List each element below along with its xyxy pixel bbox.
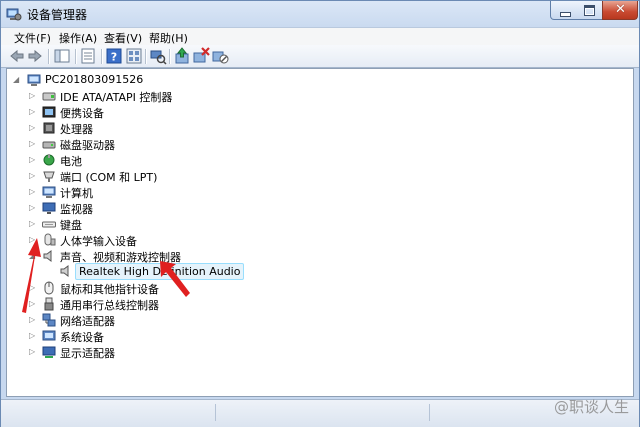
- maximize-button[interactable]: [576, 1, 603, 20]
- view-icon[interactable]: [125, 47, 143, 65]
- close-icon: ✕: [615, 2, 626, 17]
- system-device-icon: [42, 330, 56, 341]
- battery-icon: [43, 154, 55, 166]
- category-label: 键盘: [60, 219, 82, 232]
- device-tree[interactable]: ◢ PC201803091526 ▷ IDE ATA/ATAPI 控制器 ▷ 便…: [6, 68, 634, 397]
- category-label: 磁盘驱动器: [60, 139, 115, 152]
- status-bar: [1, 399, 639, 427]
- toolbar-separator: [101, 49, 103, 64]
- expand-arrow-icon[interactable]: ▷: [29, 300, 37, 308]
- display-adapter-icon: [42, 346, 56, 358]
- expand-arrow-icon[interactable]: ▷: [29, 108, 37, 116]
- uninstall-icon[interactable]: [192, 47, 210, 65]
- hid-icon: [44, 233, 56, 246]
- status-cell: [1, 404, 216, 421]
- network-adapter-icon: [42, 313, 56, 327]
- show-hide-tree-icon[interactable]: [53, 47, 71, 65]
- category-label: IDE ATA/ATAPI 控制器: [60, 91, 173, 104]
- menu-bar: 文件(F) 操作(A) 查看(V) 帮助(H): [1, 27, 639, 46]
- usb-icon: [44, 297, 54, 311]
- ide-controller-icon: [42, 92, 56, 101]
- title-bar[interactable]: 设备管理器 ✕: [1, 1, 639, 27]
- device-manager-icon: [6, 8, 22, 21]
- close-button[interactable]: ✕: [602, 1, 638, 20]
- disk-drive-icon: [42, 141, 56, 149]
- expand-arrow-icon[interactable]: ▷: [29, 348, 37, 356]
- expand-arrow-icon[interactable]: ▷: [29, 156, 37, 164]
- collapse-arrow-icon[interactable]: ◢: [29, 252, 37, 260]
- keyboard-icon: [42, 221, 56, 228]
- expand-arrow-icon[interactable]: ▷: [29, 92, 37, 100]
- toolbar-separator: [145, 49, 147, 64]
- port-icon: [43, 171, 55, 182]
- expand-arrow-icon[interactable]: ▷: [29, 236, 37, 244]
- category-label: 处理器: [60, 123, 93, 136]
- device-manager-window: 设备管理器 ✕ 文件(F) 操作(A) 查看(V) 帮助(H) ? ◢ PC20…: [0, 0, 640, 427]
- computer-icon: [42, 186, 56, 198]
- expand-arrow-icon[interactable]: ▷: [29, 284, 37, 292]
- expand-arrow-icon[interactable]: ▷: [29, 316, 37, 324]
- scan-hardware-icon[interactable]: [149, 47, 167, 65]
- monitor-icon: [42, 202, 56, 214]
- toolbar-separator: [48, 49, 50, 64]
- properties-icon[interactable]: [79, 47, 97, 65]
- menu-action[interactable]: 操作(A): [59, 30, 97, 46]
- computer-icon: [27, 74, 41, 86]
- help-icon[interactable]: ?: [105, 47, 123, 65]
- svg-text:?: ?: [111, 51, 117, 64]
- expand-arrow-icon[interactable]: ▷: [29, 172, 37, 180]
- maximize-icon: [584, 5, 595, 16]
- watermark: @职谈人生: [553, 398, 629, 416]
- window-title: 设备管理器: [27, 8, 88, 22]
- minimize-button[interactable]: [550, 1, 577, 20]
- processor-icon: [43, 122, 55, 134]
- category-label: 鼠标和其他指针设备: [60, 283, 159, 296]
- category-label: 便携设备: [60, 107, 104, 120]
- expand-arrow-icon[interactable]: ▷: [29, 220, 37, 228]
- menu-help[interactable]: 帮助(H): [149, 30, 188, 46]
- toolbar: ?: [1, 45, 639, 68]
- menu-file[interactable]: 文件(F): [14, 30, 51, 46]
- category-label: 计算机: [60, 187, 93, 200]
- selected-device-label[interactable]: Realtek High Definition Audio: [75, 263, 245, 280]
- speaker-icon: [60, 265, 69, 277]
- expand-arrow-icon[interactable]: ▷: [29, 204, 37, 212]
- category-label: 网络适配器: [60, 315, 115, 328]
- portable-device-icon: [42, 106, 56, 118]
- category-label: 系统设备: [60, 331, 104, 344]
- expand-arrow-icon[interactable]: ▷: [29, 332, 37, 340]
- category-label: 人体学输入设备: [60, 235, 137, 248]
- mouse-icon: [44, 281, 54, 295]
- status-cell: [215, 404, 430, 421]
- category-label: 显示适配器: [60, 347, 115, 360]
- category-label: 端口 (COM 和 LPT): [60, 171, 158, 184]
- disable-icon[interactable]: [211, 47, 229, 65]
- toolbar-separator: [169, 49, 171, 64]
- forward-icon[interactable]: [26, 47, 44, 65]
- menu-view[interactable]: 查看(V): [104, 30, 142, 46]
- speaker-icon: [43, 250, 52, 262]
- collapse-arrow-icon[interactable]: ◢: [13, 76, 21, 84]
- toolbar-separator: [75, 49, 77, 64]
- expand-arrow-icon[interactable]: ▷: [29, 140, 37, 148]
- back-icon[interactable]: [8, 47, 26, 65]
- root-label: PC201803091526: [45, 73, 144, 86]
- update-driver-icon[interactable]: [173, 47, 191, 65]
- minimize-icon: [560, 12, 571, 17]
- category-label: 监视器: [60, 203, 93, 216]
- category-label: 电池: [60, 155, 82, 168]
- expand-arrow-icon[interactable]: ▷: [29, 188, 37, 196]
- expand-arrow-icon[interactable]: ▷: [29, 124, 37, 132]
- category-label: 通用串行总线控制器: [60, 299, 159, 312]
